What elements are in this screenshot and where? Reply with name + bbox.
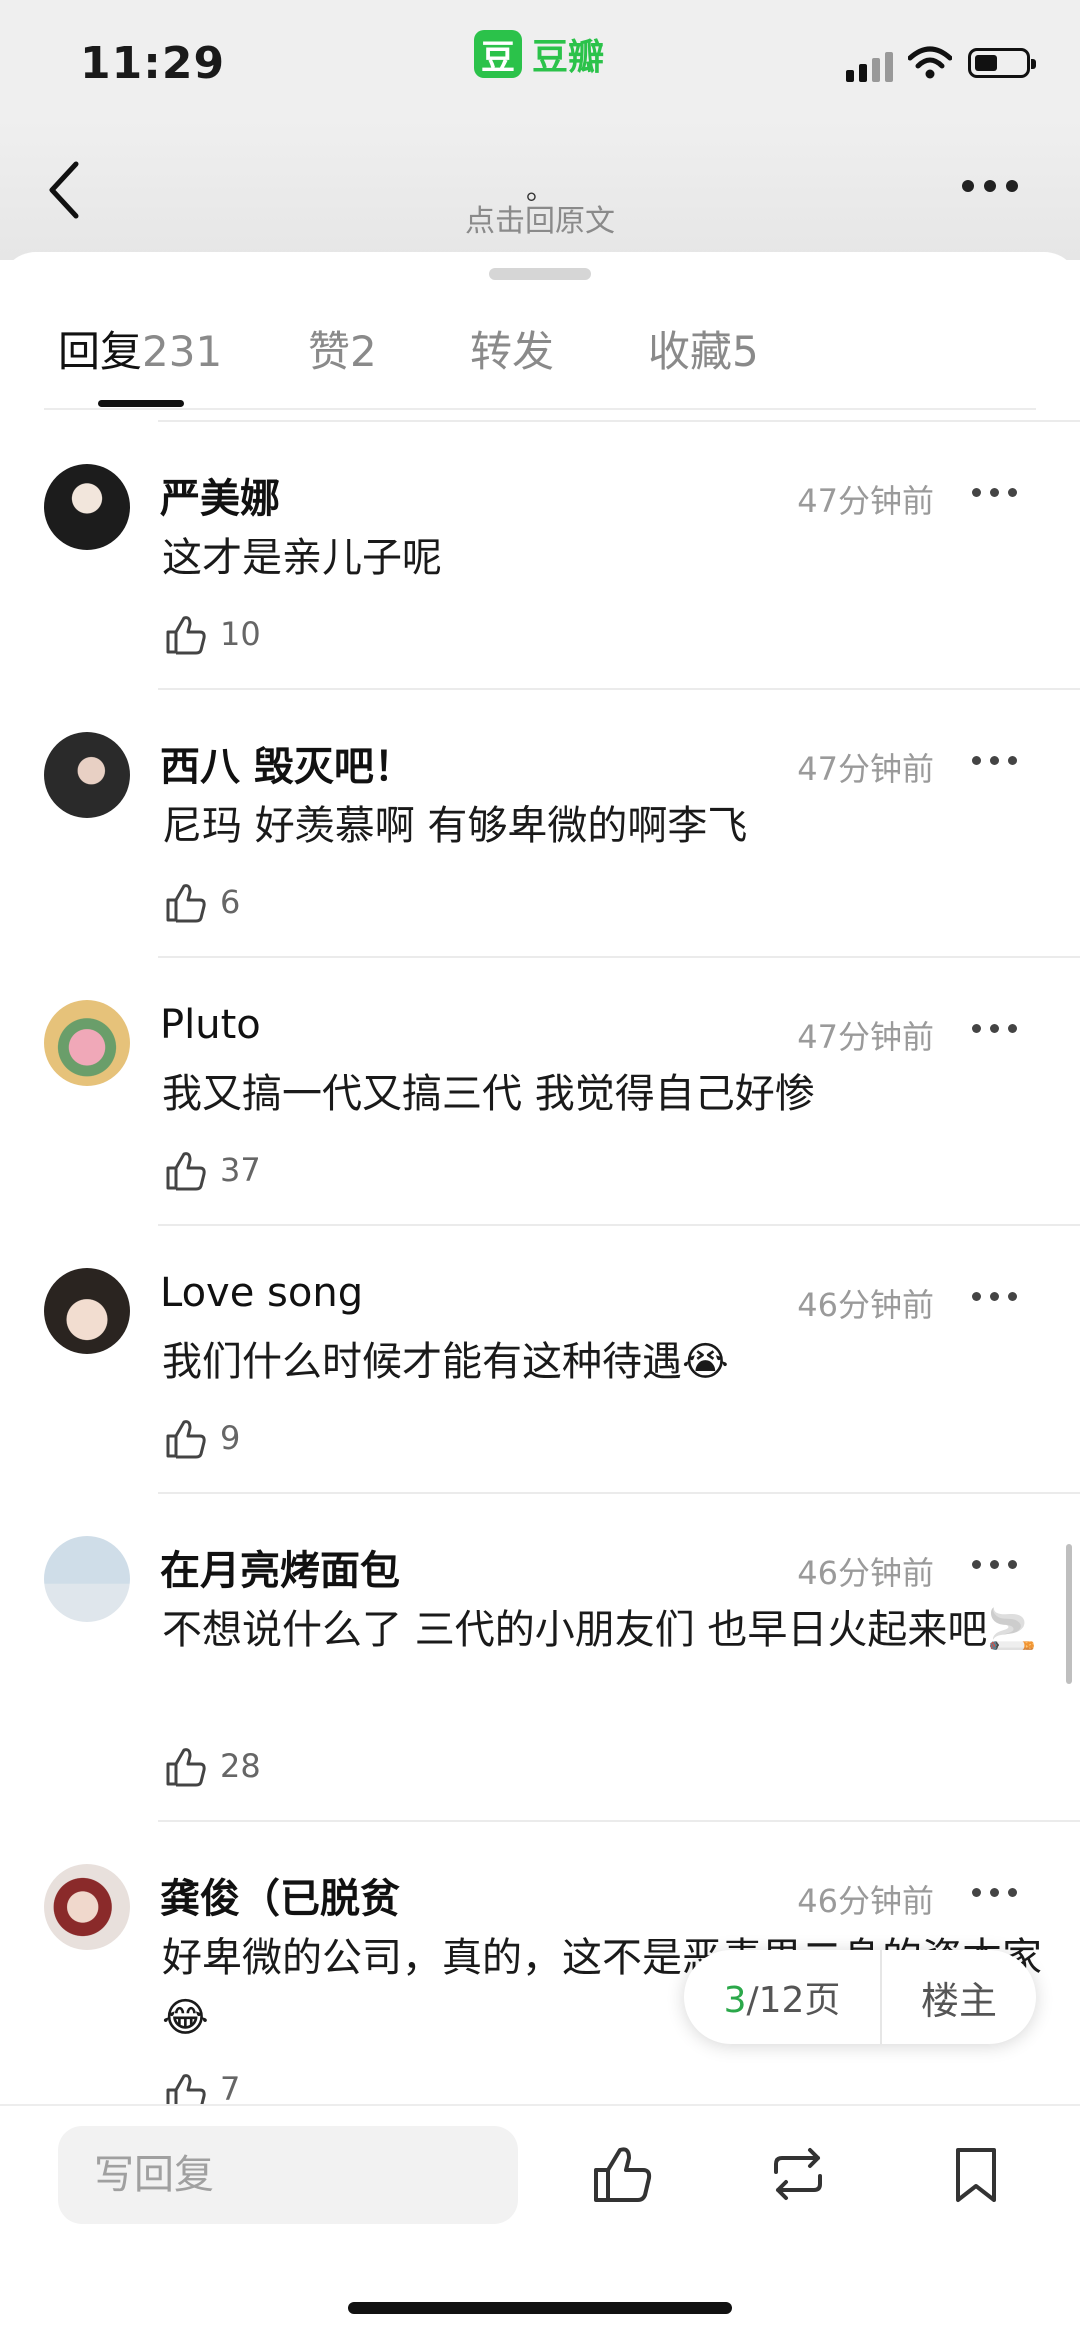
comment-author[interactable]: Pluto [160,1002,261,1048]
thumb-up-icon [166,1420,206,1459]
page-indicator: 3/12页 楼主 [684,1950,1036,2044]
like-button[interactable]: 7 [164,2070,240,2104]
comment-more-icon[interactable] [972,1560,1017,1569]
like-count: 28 [220,1747,261,1785]
comment-author[interactable]: 西八 毁灭吧！ [160,734,414,792]
like-button[interactable]: 37 [164,1148,261,1192]
avatar[interactable] [44,1000,130,1086]
comment-time: 47分钟前 [797,1018,934,1056]
tab-label: 转发 [470,327,555,376]
comment-text: 不想说什么了 三代的小朋友们 也早日火起来吧🚬 [162,1607,1038,1653]
comment-time: 46分钟前 [797,1554,934,1592]
nav-bar: 。 点击回原文 [0,120,1080,260]
tab-label: 收藏 [648,327,733,376]
signal-icon [846,52,893,82]
divider [158,1820,1080,1822]
tab-count: 5 [732,327,759,376]
tab-count: 231 [142,327,223,376]
status-bar: 11:29 豆 豆瓣 [0,0,1080,120]
divider [158,688,1080,690]
divider [158,956,1080,958]
divider [158,420,1080,422]
comment-more-icon[interactable] [972,756,1017,765]
comment-text: 尼玛 好羡慕啊 有够卑微的啊李飞 [162,803,748,849]
reply-input[interactable]: 写回复 [58,2126,518,2224]
thumb-up-icon [166,1748,206,1787]
comment-more-icon[interactable] [972,1292,1017,1301]
comment-more-icon[interactable] [972,1024,1017,1033]
bookmark-icon[interactable] [944,2142,1008,2206]
tab-collections[interactable]: 收藏5 [648,318,759,379]
comment-author[interactable]: 严美娜 [160,466,280,524]
wifi-icon [908,46,952,79]
tab-reposts[interactable]: 转发 [470,318,554,379]
comment-time: 47分钟前 [797,750,934,788]
like-button[interactable]: 9 [164,1416,240,1460]
tab-label: 回复 [58,327,143,376]
active-tab-indicator [98,400,184,407]
comment-more-icon[interactable] [972,488,1017,497]
divider [158,1224,1080,1226]
tab-replies[interactable]: 回复231 [58,318,222,379]
like-count: 7 [220,2070,241,2104]
avatar[interactable] [44,1268,130,1354]
more-icon[interactable] [962,180,1018,192]
like-button[interactable]: 10 [164,612,261,656]
thumb-up-icon [166,884,206,923]
like-button[interactable]: 6 [164,880,240,924]
page-jump-button[interactable]: 3/12页 [684,1971,880,2023]
comment-author[interactable]: 龚俊（已脱贫 [160,1866,400,1924]
comment-author[interactable]: 在月亮烤面包 [160,1538,400,1596]
tab-label: 赞 [308,327,351,376]
home-indicator[interactable] [348,2302,732,2314]
app-name: 豆瓣 [532,37,605,78]
back-to-original-link[interactable]: 点击回原文 [0,196,1080,240]
tabs-divider [44,408,1036,410]
tab-count: 2 [350,327,377,376]
like-count: 6 [220,883,241,921]
like-button[interactable]: 28 [164,1744,261,1788]
sheet-handle[interactable] [489,268,591,280]
status-time: 11:29 [80,38,226,89]
divider [158,1492,1080,1494]
bottom-bar: 写回复 [0,2104,1080,2340]
comment-time: 46分钟前 [797,1882,934,1920]
comment-more-icon[interactable] [972,1888,1017,1897]
app-logo: 豆 豆瓣 [474,28,604,80]
avatar[interactable] [44,1536,130,1622]
like-icon[interactable] [590,2142,654,2206]
like-count: 37 [220,1151,261,1189]
comment-time: 46分钟前 [797,1286,934,1324]
comment-text: 这才是亲儿子呢 [162,535,442,581]
comment-text: 我们什么时候才能有这种待遇😭 [162,1339,729,1385]
thumb-up-icon [166,1152,206,1191]
comment-author[interactable]: Love song [160,1270,363,1316]
page-total: /12页 [746,1980,841,2021]
op-only-button[interactable]: 楼主 [882,1970,1036,2025]
comment-time: 47分钟前 [797,482,934,520]
thumb-up-icon [166,616,206,655]
scrollbar[interactable] [1066,1544,1072,1684]
avatar[interactable] [44,464,130,550]
like-count: 9 [220,1419,241,1457]
tab-likes[interactable]: 赞2 [308,318,377,379]
battery-icon [968,48,1036,78]
douban-logo-icon: 豆 [474,30,522,78]
current-page: 3 [723,1980,747,2021]
like-count: 10 [220,615,261,653]
comment-text: 我又搞一代又搞三代 我觉得自己好惨 [162,1071,815,1117]
thumb-up-icon [166,2074,206,2104]
avatar[interactable] [44,732,130,818]
avatar[interactable] [44,1864,130,1950]
repost-icon[interactable] [766,2142,830,2206]
